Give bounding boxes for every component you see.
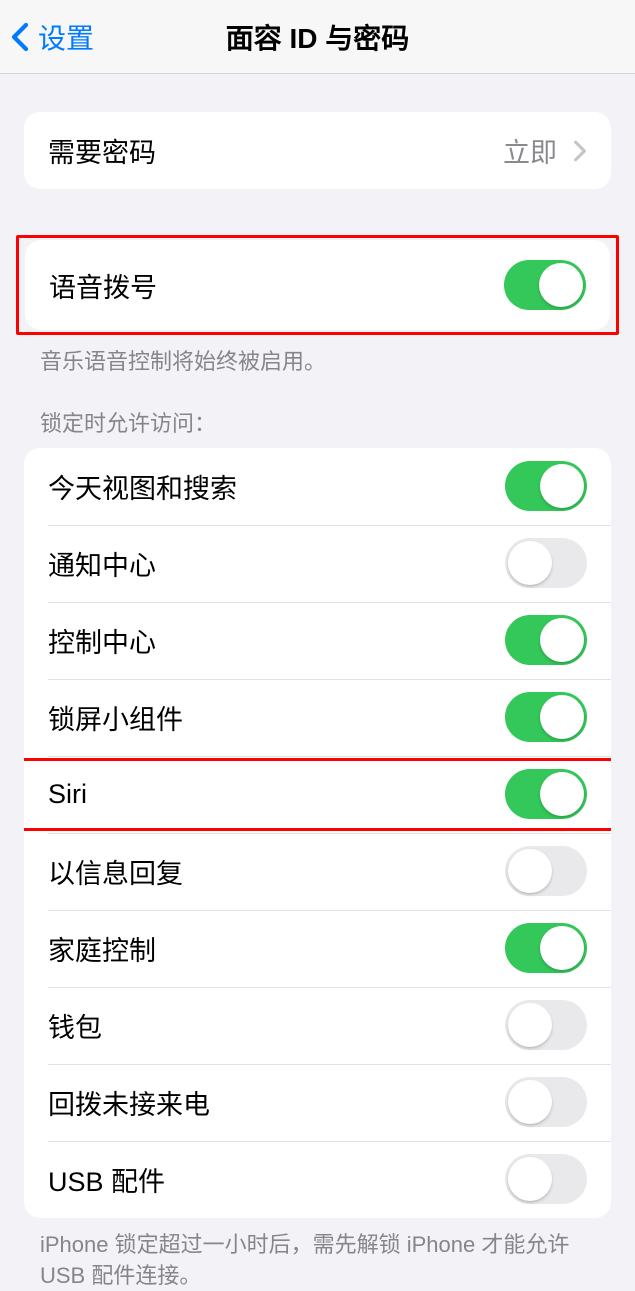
lock-access-group: 今天视图和搜索 通知中心 控制中心 锁屏小组件 Siri 以信息回复 家庭控制 bbox=[24, 448, 611, 1218]
wallet-row: 钱包 bbox=[24, 987, 611, 1064]
usb-accessories-toggle[interactable] bbox=[505, 1154, 587, 1204]
require-passcode-label: 需要密码 bbox=[48, 131, 156, 170]
home-control-row: 家庭控制 bbox=[24, 910, 611, 987]
voice-dial-label: 语音拨号 bbox=[49, 266, 157, 305]
return-calls-toggle[interactable] bbox=[505, 1077, 587, 1127]
chevron-left-icon bbox=[10, 22, 30, 52]
wallet-label: 钱包 bbox=[48, 1006, 102, 1045]
wallet-toggle[interactable] bbox=[505, 1000, 587, 1050]
require-passcode-group: 需要密码 立即 bbox=[24, 112, 611, 189]
lock-access-header: 锁定时允许访问： bbox=[0, 378, 635, 448]
back-label: 设置 bbox=[38, 17, 94, 57]
voice-dial-row: 语音拨号 bbox=[25, 240, 610, 330]
voice-dial-highlight: 语音拨号 bbox=[16, 235, 619, 335]
today-view-label: 今天视图和搜索 bbox=[48, 467, 237, 506]
siri-toggle[interactable] bbox=[505, 769, 587, 819]
page-title: 面容 ID 与密码 bbox=[226, 17, 410, 57]
home-control-label: 家庭控制 bbox=[48, 929, 156, 968]
usb-accessories-label: USB 配件 bbox=[48, 1160, 165, 1199]
usb-footer: iPhone 锁定超过一小时后，需先解锁 iPhone 才能允许 USB 配件连… bbox=[0, 1218, 635, 1291]
notification-center-toggle[interactable] bbox=[505, 538, 587, 588]
return-calls-label: 回拨未接来电 bbox=[48, 1083, 210, 1122]
reply-message-toggle[interactable] bbox=[505, 846, 587, 896]
lock-widgets-toggle[interactable] bbox=[505, 692, 587, 742]
lock-widgets-label: 锁屏小组件 bbox=[48, 698, 183, 737]
reply-message-row: 以信息回复 bbox=[24, 833, 611, 910]
siri-row: Siri bbox=[24, 756, 611, 833]
back-button[interactable]: 设置 bbox=[10, 17, 94, 57]
require-passcode-row[interactable]: 需要密码 立即 bbox=[24, 112, 611, 189]
today-view-row: 今天视图和搜索 bbox=[24, 448, 611, 525]
return-calls-row: 回拨未接来电 bbox=[24, 1064, 611, 1141]
chevron-right-icon bbox=[573, 140, 587, 162]
navigation-bar: 设置 面容 ID 与密码 bbox=[0, 0, 635, 74]
notification-center-label: 通知中心 bbox=[48, 544, 156, 583]
control-center-toggle[interactable] bbox=[505, 615, 587, 665]
control-center-label: 控制中心 bbox=[48, 621, 156, 660]
lock-widgets-row: 锁屏小组件 bbox=[24, 679, 611, 756]
usb-accessories-row: USB 配件 bbox=[24, 1141, 611, 1218]
require-passcode-value: 立即 bbox=[503, 131, 587, 170]
voice-dial-footer: 音乐语音控制将始终被启用。 bbox=[0, 335, 635, 378]
home-control-toggle[interactable] bbox=[505, 923, 587, 973]
control-center-row: 控制中心 bbox=[24, 602, 611, 679]
notification-center-row: 通知中心 bbox=[24, 525, 611, 602]
voice-dial-toggle[interactable] bbox=[504, 260, 586, 310]
reply-message-label: 以信息回复 bbox=[48, 852, 183, 891]
voice-dial-group: 语音拨号 bbox=[25, 240, 610, 330]
siri-label: Siri bbox=[48, 779, 87, 810]
today-view-toggle[interactable] bbox=[505, 461, 587, 511]
